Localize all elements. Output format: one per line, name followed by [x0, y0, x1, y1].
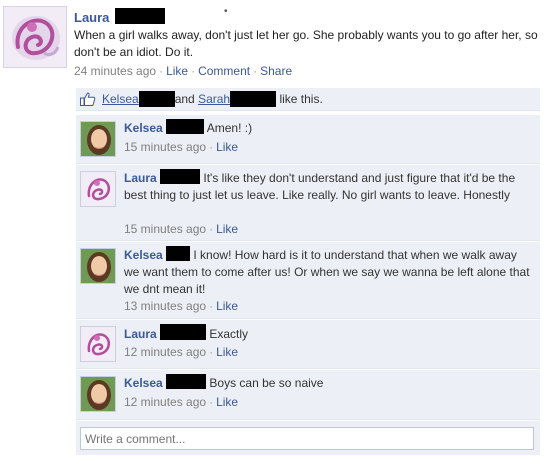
- comment-like-link[interactable]: Like: [216, 299, 238, 313]
- thumbs-up-icon: [80, 92, 96, 106]
- post-meta: 24 minutes ago · Like · Comment · Share: [74, 64, 293, 78]
- redaction-box: [160, 169, 201, 184]
- profile-photo-girl: [81, 377, 115, 411]
- comment-text: Exactly: [209, 327, 249, 341]
- comment-author[interactable]: Kelsea: [124, 248, 163, 262]
- comment-text-block: Laura It's like they don't understand an…: [124, 169, 534, 204]
- comment-meta: 12 minutes ago · Like: [124, 395, 239, 409]
- post-message: When a girl walks away, don't just let h…: [74, 28, 538, 59]
- post-like-link[interactable]: Like: [166, 64, 188, 78]
- commenter-avatar[interactable]: [80, 121, 116, 157]
- post-author[interactable]: Laura: [74, 8, 166, 25]
- comment-author[interactable]: Kelsea: [124, 376, 163, 390]
- comment-author[interactable]: Laura: [124, 171, 157, 185]
- redaction-box: [160, 324, 207, 340]
- comment-author[interactable]: Kelsea: [124, 121, 163, 135]
- comment-input[interactable]: [80, 427, 534, 450]
- stray-mark: •: [224, 6, 228, 17]
- redaction-box: [166, 119, 205, 134]
- post-comment-link[interactable]: Comment: [198, 64, 250, 78]
- likes-suffix: like this.: [279, 92, 323, 106]
- redaction-box: [166, 374, 207, 389]
- comment-author[interactable]: Laura: [124, 327, 157, 341]
- comment-like-link[interactable]: Like: [216, 140, 238, 154]
- comment-item: Kelsea I know! How hard is it to underst…: [76, 242, 540, 319]
- comment-text-block: Kelsea Boys can be so naive: [124, 374, 534, 392]
- profile-photo-girl: [81, 249, 115, 283]
- post-timestamp[interactable]: 24 minutes ago: [74, 64, 156, 78]
- commenter-avatar[interactable]: [80, 326, 116, 362]
- swirl-avatar-image: [4, 7, 66, 67]
- comment-timestamp[interactable]: 13 minutes ago: [124, 299, 206, 313]
- comment-meta: 13 minutes ago · Like: [124, 299, 239, 313]
- comment-text-block: Laura Exactly: [124, 324, 534, 343]
- post-share-link[interactable]: Share: [260, 64, 292, 78]
- redaction-box: [138, 91, 175, 107]
- comment-timestamp[interactable]: 15 minutes ago: [124, 222, 206, 236]
- comment-text-block: Kelsea Amen! :): [124, 119, 534, 137]
- swirl-avatar-image: [81, 327, 115, 361]
- comment-meta: 12 minutes ago · Like: [124, 345, 239, 359]
- comment-item: Kelsea Boys can be so naive 12 minutes a…: [76, 370, 540, 420]
- comment-timestamp[interactable]: 12 minutes ago: [124, 345, 206, 359]
- comment-like-link[interactable]: Like: [216, 222, 238, 236]
- likes-and-text: and: [174, 92, 195, 106]
- liker-link-2[interactable]: Sarah: [198, 92, 230, 106]
- liker-link-1[interactable]: Kelsea: [102, 92, 139, 106]
- commenter-avatar[interactable]: [80, 248, 116, 284]
- commenter-avatar[interactable]: [80, 171, 116, 207]
- swirl-avatar-image: [81, 172, 115, 206]
- comment-item: Kelsea Amen! :) 15 minutes ago · Like: [76, 115, 540, 164]
- profile-photo-girl: [81, 122, 115, 156]
- comment-meta: 15 minutes ago · Like: [124, 140, 239, 154]
- redaction-box: [115, 8, 166, 24]
- status-post: Laura • When a girl walks away, don't ju…: [0, 0, 550, 456]
- comment-meta: 15 minutes ago · Like: [124, 222, 239, 236]
- comment-text: Boys can be so naive: [209, 376, 324, 390]
- poster-avatar[interactable]: [3, 6, 67, 68]
- redaction-box: [230, 91, 277, 107]
- redaction-box: [166, 246, 191, 261]
- comment-timestamp[interactable]: 12 minutes ago: [124, 395, 206, 409]
- likes-summary: Kelsea and Sarah like this.: [76, 88, 540, 111]
- comment-composer: [76, 421, 540, 455]
- comment-item: Laura It's like they don't understand an…: [76, 165, 540, 241]
- commenter-avatar[interactable]: [80, 376, 116, 412]
- comment-text: Amen! :): [206, 121, 253, 135]
- comment-timestamp[interactable]: 15 minutes ago: [124, 140, 206, 154]
- comment-text-block: Kelsea I know! How hard is it to underst…: [124, 246, 534, 298]
- comment-like-link[interactable]: Like: [216, 395, 238, 409]
- comment-like-link[interactable]: Like: [216, 345, 238, 359]
- comment-item: Laura Exactly 12 minutes ago · Like: [76, 320, 540, 369]
